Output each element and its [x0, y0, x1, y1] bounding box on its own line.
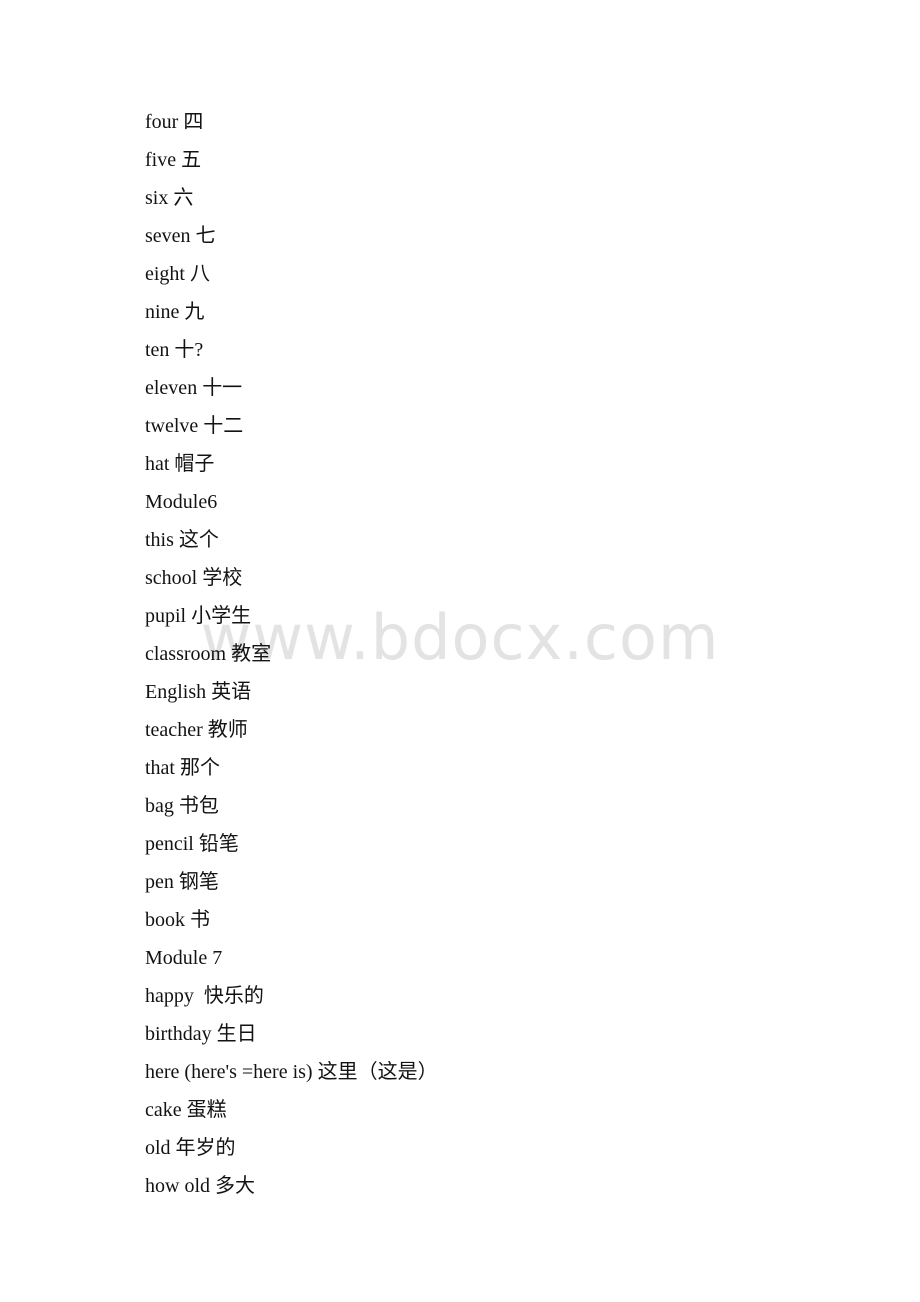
vocabulary-line: eleven 十一 — [145, 377, 243, 399]
document-page: www.bdocx.com four 四 five 五 six 六 seven 七 ei… — [0, 0, 920, 1302]
vocabulary-line: teacher 教师 — [145, 719, 248, 741]
vocabulary-line: that 那个 — [145, 757, 220, 779]
vocabulary-line: cake 蛋糕 — [145, 1099, 227, 1121]
vocabulary-line: hat 帽子 — [145, 453, 215, 475]
vocabulary-line: eight 八 — [145, 263, 210, 285]
vocabulary-line: English 英语 — [145, 681, 252, 703]
vocabulary-line: book 书 — [145, 909, 210, 931]
vocabulary-line: birthday 生日 — [145, 1023, 257, 1045]
vocabulary-line: pupil 小学生 — [145, 605, 252, 627]
vocabulary-line: Module6 — [145, 491, 218, 513]
vocabulary-line: seven 七 — [145, 225, 216, 247]
vocabulary-line: bag 书包 — [145, 795, 219, 817]
vocabulary-line: school 学校 — [145, 567, 243, 589]
vocabulary-line: how old 多大 — [145, 1175, 255, 1197]
vocabulary-list: four 四 five 五 six 六 seven 七 eight 八 nine 九 ten… — [145, 103, 845, 1205]
vocabulary-line: this 这个 — [145, 529, 219, 551]
vocabulary-line: classroom 教室 — [145, 643, 272, 665]
vocabulary-line: ten 十? — [145, 339, 204, 361]
vocabulary-line: nine 九 — [145, 301, 205, 323]
vocabulary-line: here (here's =here is) 这里（这是） — [145, 1061, 438, 1083]
vocabulary-line: old 年岁的 — [145, 1137, 236, 1159]
vocabulary-line: twelve 十二 — [145, 415, 244, 437]
vocabulary-line: pencil 铅笔 — [145, 833, 239, 855]
vocabulary-line: pen 钢笔 — [145, 871, 219, 893]
vocabulary-line: five 五 — [145, 149, 202, 171]
vocabulary-line: Module 7 — [145, 947, 223, 969]
vocabulary-line: six 六 — [145, 187, 194, 209]
vocabulary-line: happy 快乐的 — [145, 985, 264, 1007]
vocabulary-line: four 四 — [145, 111, 204, 133]
